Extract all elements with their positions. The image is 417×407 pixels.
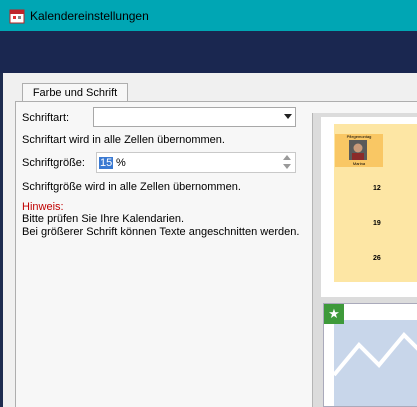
hint-line-1: Bitte prüfen Sie Ihre Kalendarien. [22,213,185,225]
font-size-stepper[interactable]: 15 % [96,152,296,173]
mountain-icon [332,320,417,406]
calendar-app-icon [9,9,25,24]
photo-caption: Pflegemontag [346,134,372,139]
header-band [0,31,417,73]
image-placeholder-icon [332,320,417,406]
portrait-photo [349,140,367,160]
hint-label: Hinweis: [22,201,64,213]
font-size-label: Schriftgröße: [22,157,85,169]
day-label: 19 [373,220,381,227]
star-icon: ★ [324,304,344,324]
window-title: Kalendereinstellungen [30,9,149,23]
tab-label: Farbe und Schrift [32,87,118,99]
font-select[interactable] [93,107,296,127]
photo-name: Marina [352,161,366,166]
calendar-grid: Pflegemontag Marina 12 19 26 [334,124,417,282]
font-size-value[interactable]: 15 [99,157,114,169]
hint-line-2: Bei größerer Schrift können Texte angesc… [22,226,300,238]
spin-up-icon[interactable] [281,154,293,162]
font-size-note: Schriftgröße wird in alle Zellen übernom… [22,181,241,193]
portrait-icon [349,140,367,160]
day-label: 26 [373,255,381,262]
day-label: 12 [373,185,381,192]
font-size-unit: % [116,157,126,169]
title-bar: Kalendereinstellungen [0,0,417,31]
tab-color-and-font[interactable]: Farbe und Schrift [22,83,128,102]
font-label: Schriftart: [22,112,70,124]
spin-down-icon[interactable] [281,163,293,171]
font-note: Schriftart wird in alle Zellen übernomme… [22,134,225,146]
calendar-preview: Pflegemontag Marina 12 19 26 ★ [312,113,417,407]
chevron-down-icon[interactable] [284,114,292,119]
photo-cell: Pflegemontag Marina [335,134,383,167]
preview-thumbnail[interactable]: ★ [323,303,417,407]
preview-page: Pflegemontag Marina 12 19 26 [321,117,417,297]
